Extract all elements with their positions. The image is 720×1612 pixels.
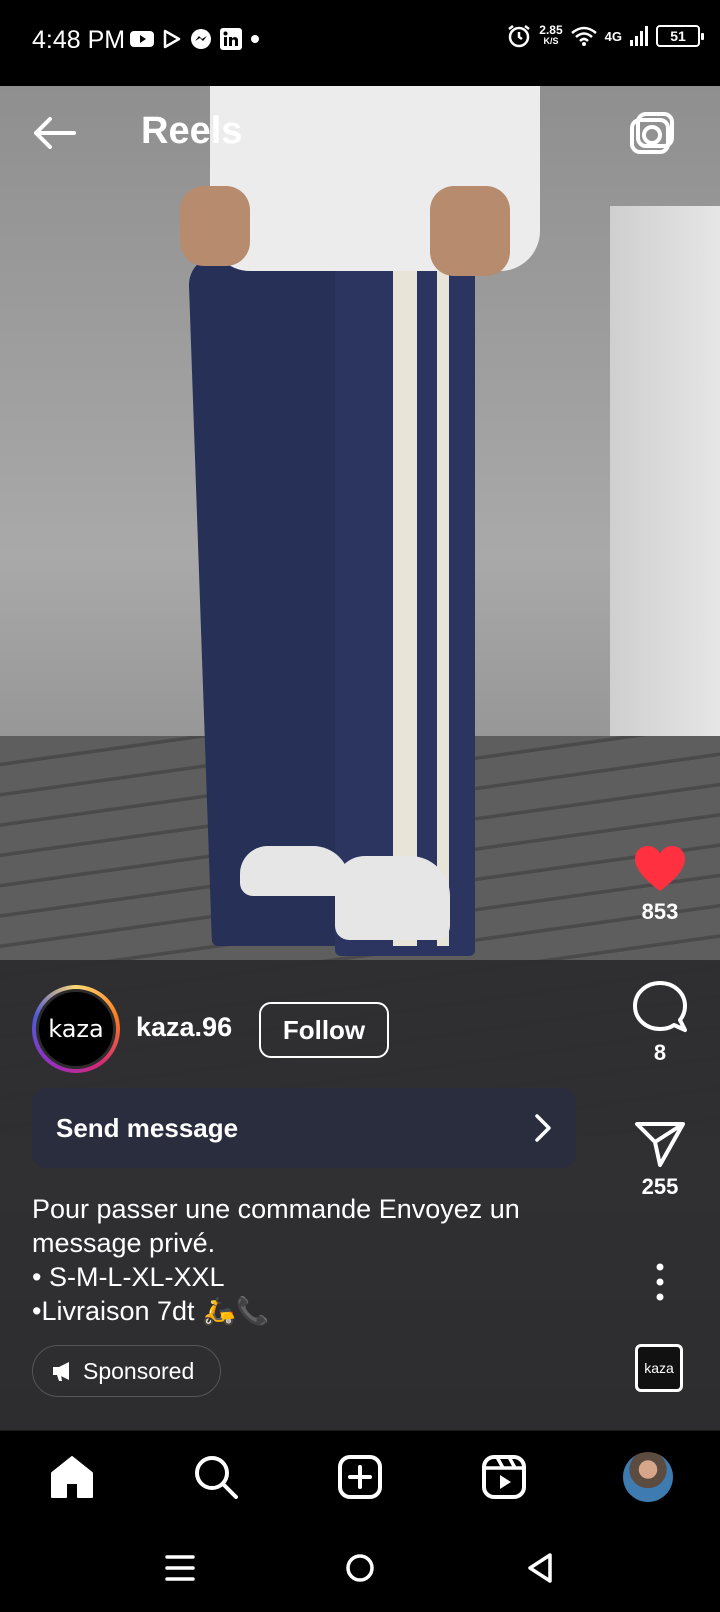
back-arrow-icon[interactable]: [30, 113, 78, 153]
battery-level: 51: [670, 28, 686, 44]
comment-action[interactable]: 8: [620, 980, 700, 1066]
share-action[interactable]: 255: [620, 1120, 700, 1200]
caption-line: message privé.: [32, 1228, 216, 1258]
sponsored-badge[interactable]: Sponsored: [32, 1345, 222, 1397]
battery-icon: 51: [656, 25, 704, 47]
page-title: Reels: [141, 110, 243, 152]
alarm-icon: [508, 25, 531, 48]
reels-icon: [482, 1455, 526, 1499]
messenger-icon: [191, 29, 211, 49]
net-speed-unit: K/S: [543, 36, 559, 46]
back-button[interactable]: [518, 1546, 562, 1590]
nav-reels[interactable]: [478, 1451, 530, 1503]
caption-line: •Livraison 7dt 🛵📞: [32, 1296, 270, 1326]
heart-icon[interactable]: [633, 845, 687, 893]
net-speed-value: 2.85: [539, 23, 563, 37]
camera-icon[interactable]: [628, 110, 676, 158]
megaphone-icon: [53, 1362, 69, 1381]
video-pants-stripe-thin: [437, 246, 449, 946]
video-wall: [610, 206, 720, 826]
video-shoe-left: [240, 846, 350, 896]
follow-button[interactable]: Follow: [259, 1002, 389, 1058]
sponsored-label: Sponsored: [83, 1357, 195, 1384]
video-pants-stripe: [393, 246, 417, 946]
send-message-button[interactable]: Send message: [32, 1088, 576, 1168]
chevron-right-icon: [535, 1114, 551, 1142]
video-shoe-right: [335, 856, 450, 940]
share-count: 255: [641, 1174, 679, 1199]
share-icon[interactable]: [634, 1120, 686, 1168]
send-message-label: Send message: [56, 1112, 239, 1143]
caption-line: Pour passer une commande Envoyez un: [32, 1194, 520, 1224]
comment-icon[interactable]: [633, 980, 687, 1034]
status-right: 2.85 K/S 4G 51: [507, 23, 704, 48]
audio-thumbnail[interactable]: kaza: [635, 1344, 683, 1392]
profile-avatar: [623, 1452, 673, 1502]
bottom-nav: [0, 1430, 720, 1522]
home-button[interactable]: [338, 1546, 382, 1590]
youtube-icon: [130, 31, 154, 47]
recents-button[interactable]: [158, 1546, 202, 1590]
nav-search[interactable]: [190, 1451, 242, 1503]
notification-icons: [130, 28, 260, 50]
create-icon: [338, 1455, 382, 1499]
status-time: 4:48 PM: [32, 26, 126, 54]
audio-thumbnail-text: kaza: [644, 1360, 674, 1376]
signal-icon: [630, 26, 648, 46]
recents-icon: [165, 1555, 195, 1581]
back-triangle-icon: [528, 1553, 552, 1583]
avatar-text: kaza: [48, 1015, 104, 1043]
home-icon: [51, 1456, 93, 1498]
video-hand-left: [180, 186, 250, 266]
like-action[interactable]: 853: [620, 845, 700, 925]
video-hand-right: [430, 186, 510, 276]
caption[interactable]: Pour passer une commande Envoyez un mess…: [32, 1192, 592, 1328]
play-store-icon: [163, 29, 181, 49]
dot-icon: [251, 35, 259, 43]
linkedin-icon: [220, 28, 242, 50]
search-icon: [195, 1456, 238, 1499]
system-nav: [0, 1522, 720, 1612]
like-count: 853: [641, 899, 679, 924]
nav-home[interactable]: [46, 1451, 98, 1503]
avatar[interactable]: kaza: [32, 985, 120, 1073]
status-bar: 4:48 PM 2.85 K/S 4G 51: [0, 0, 720, 86]
wifi-icon: [570, 26, 597, 46]
comment-count: 8: [653, 1040, 667, 1065]
nav-create[interactable]: [334, 1451, 386, 1503]
username[interactable]: kaza.96: [136, 1012, 232, 1043]
network-type: 4G: [604, 28, 622, 44]
nav-profile[interactable]: [622, 1451, 674, 1503]
net-speed: 2.85 K/S: [539, 23, 563, 47]
home-circle-icon: [346, 1554, 374, 1582]
caption-line: • S-M-L-XL-XXL: [32, 1262, 225, 1292]
more-options-icon[interactable]: [650, 1262, 670, 1302]
